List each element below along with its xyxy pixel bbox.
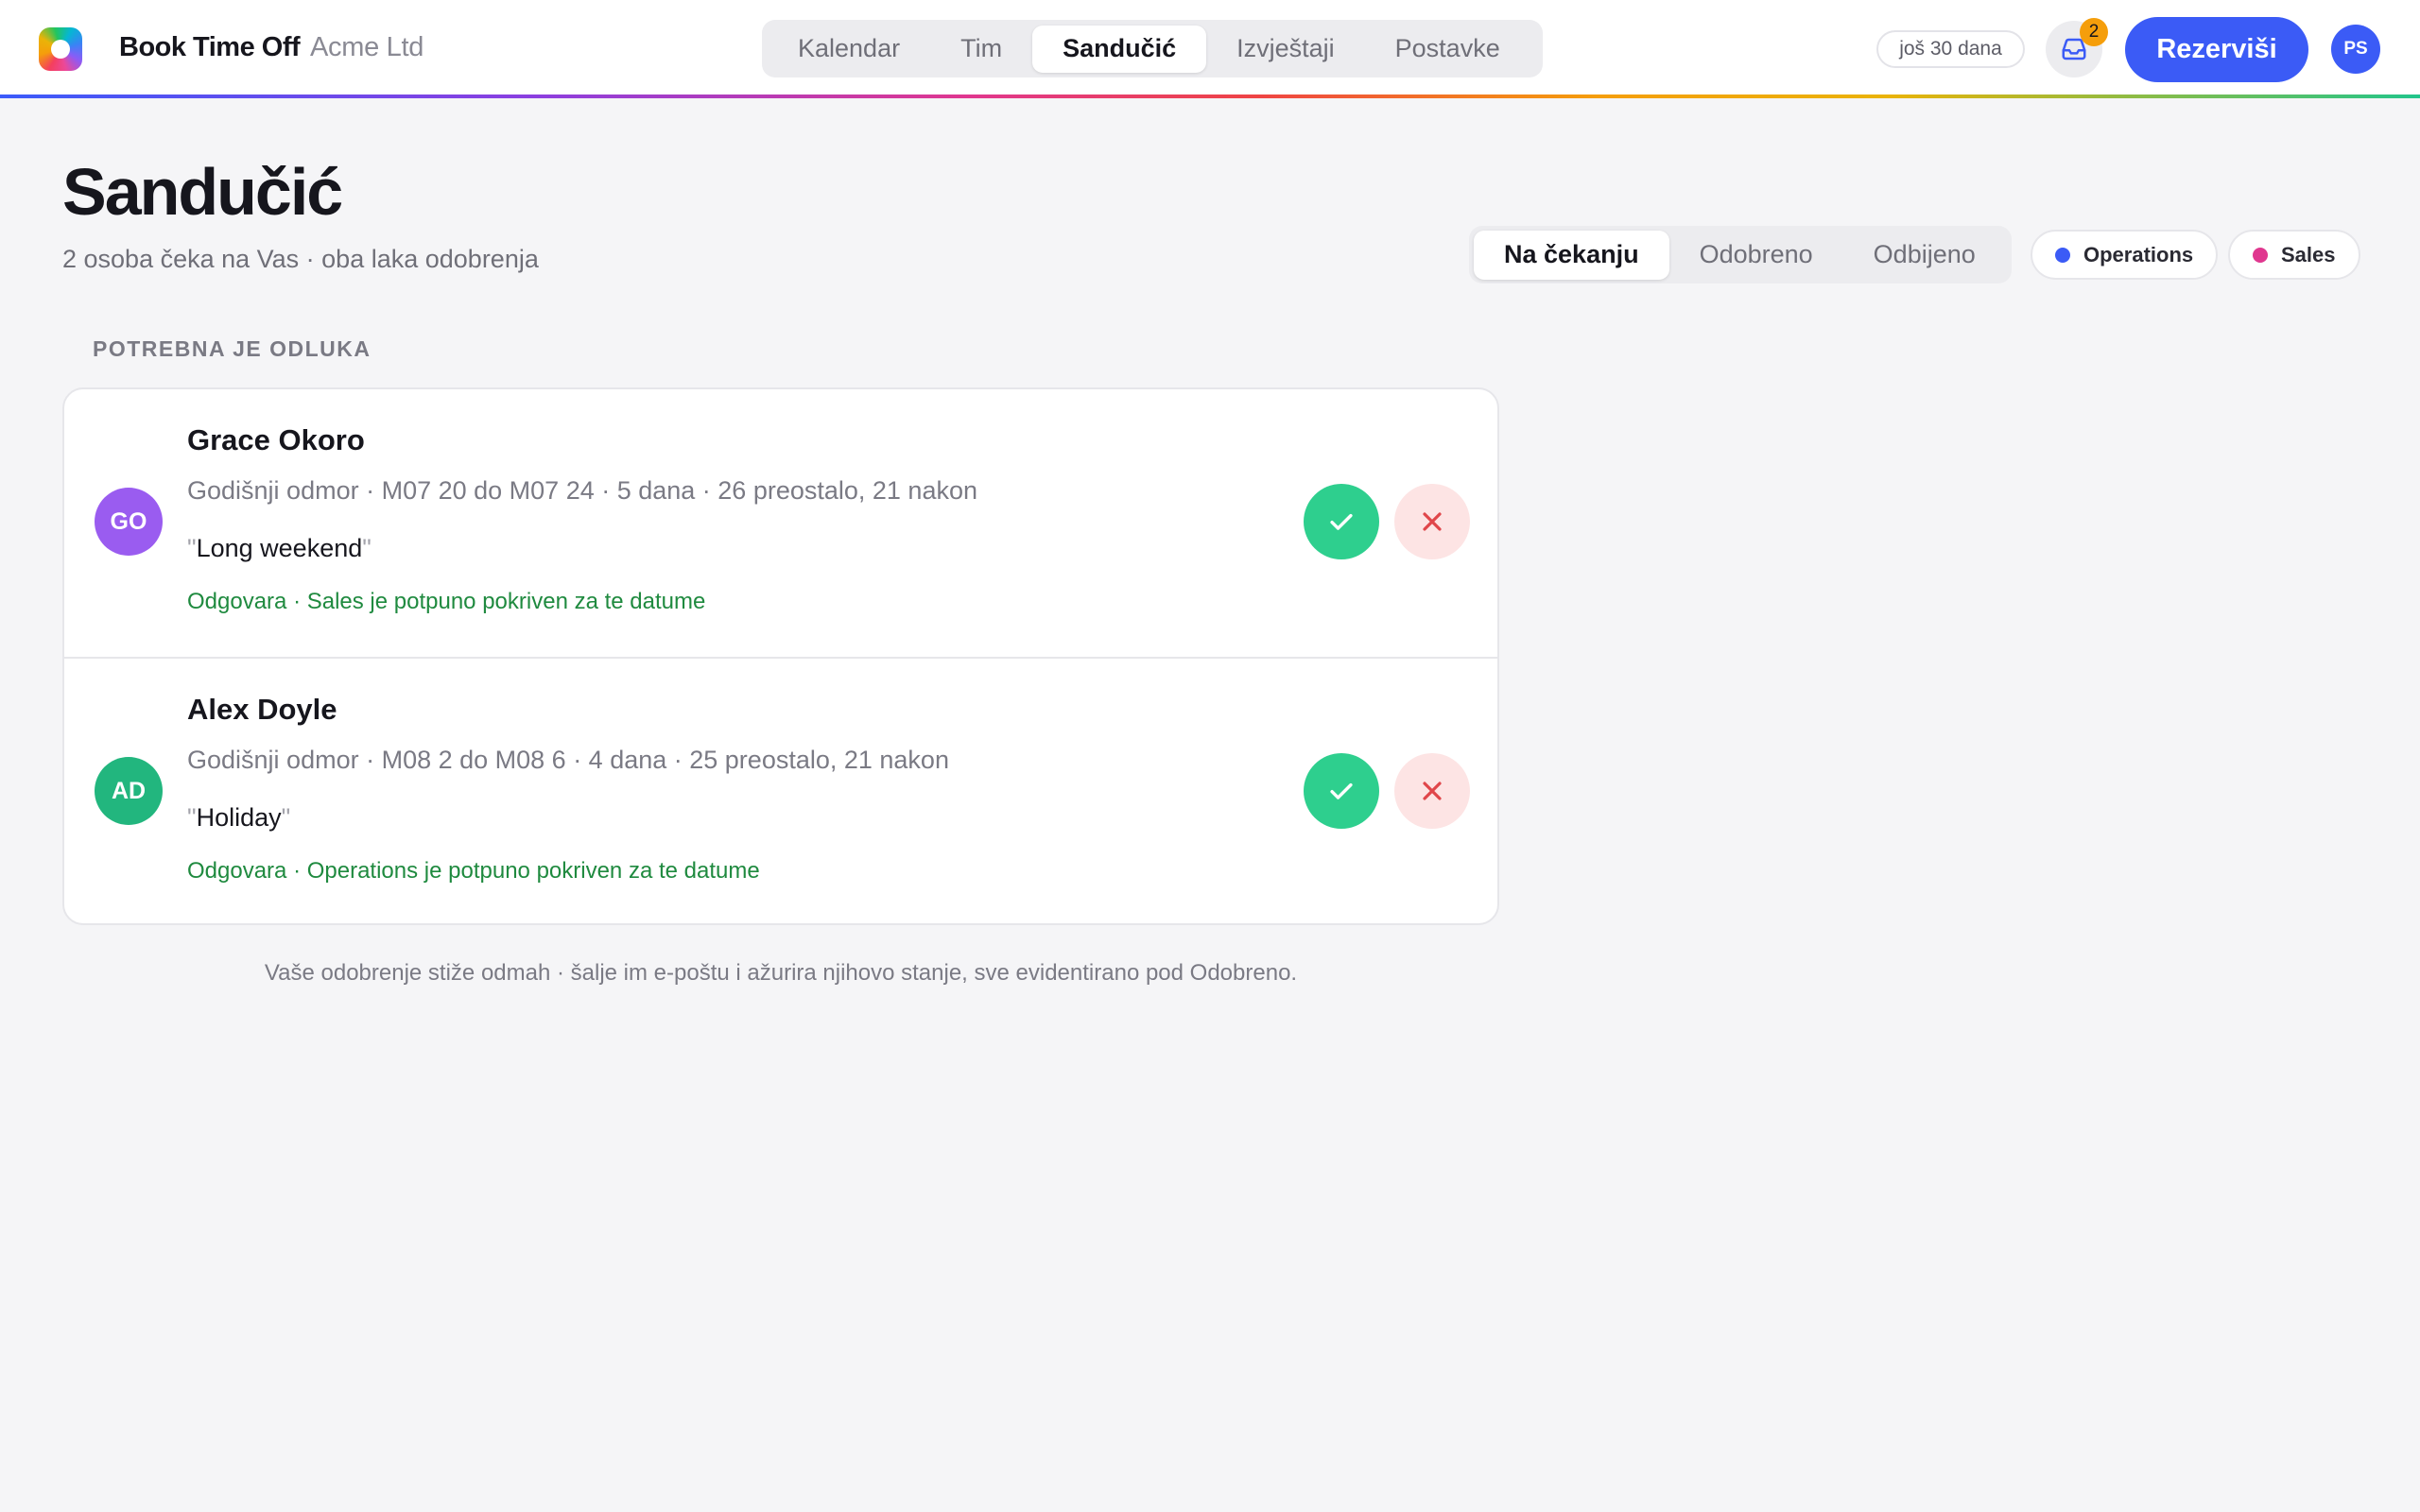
request-details: Godišnji odmor · M08 2 do M08 6 · 4 dana… [187, 746, 949, 774]
request-note-text: Holiday [196, 803, 282, 832]
trial-badge[interactable]: još 30 dana [1876, 30, 2025, 68]
reject-button[interactable] [1394, 484, 1470, 559]
coverage-status: Odgovara · Sales je potpuno pokriven za … [187, 589, 706, 614]
requests-list: GO Grace Okoro Godišnji odmor · M07 20 d… [62, 387, 1499, 925]
team-color-dot [2253, 247, 2268, 263]
team-chip-label: Sales [2281, 242, 2336, 266]
team-chip-label: Operations [2083, 242, 2194, 266]
user-avatar[interactable]: PS [2331, 25, 2380, 74]
requester-name: Alex Doyle [187, 693, 337, 726]
status-tab-approved[interactable]: Odobreno [1669, 231, 1843, 280]
header-accent-bar [0, 94, 2420, 98]
approve-button[interactable] [1304, 753, 1379, 829]
request-row: AD Alex Doyle Godišnji odmor · M08 2 do … [64, 657, 1497, 923]
requester-name: Grace Okoro [187, 423, 365, 456]
reject-button[interactable] [1394, 753, 1470, 829]
nav-tab-izvjestaji[interactable]: Izvještaji [1206, 26, 1365, 73]
request-note: "Holiday" [187, 803, 291, 832]
request-note-text: Long weekend [196, 534, 363, 562]
request-note: "Long weekend" [187, 534, 372, 562]
section-label: POTREBNA JE ODLUKA [93, 336, 372, 361]
brand-name[interactable]: Book Time Off [119, 32, 301, 63]
team-color-dot [2055, 247, 2070, 263]
request-details: Godišnji odmor · M07 20 do M07 24 · 5 da… [187, 476, 977, 505]
book-time-off-button[interactable]: Rezerviši [2125, 17, 2308, 82]
status-filter: Na čekanju Odobreno Odbijeno [1469, 226, 2012, 284]
inbox-count-badge: 2 [2080, 18, 2108, 46]
check-icon [1330, 782, 1353, 799]
nav-tab-sanducic[interactable]: Sandučić [1032, 25, 1207, 73]
app-logo-icon[interactable] [39, 27, 82, 71]
status-tab-rejected[interactable]: Odbijeno [1843, 231, 2006, 280]
close-icon [1423, 782, 1442, 800]
page-title: Sandučić [62, 155, 343, 229]
request-row: GO Grace Okoro Godišnji odmor · M07 20 d… [64, 389, 1497, 657]
approve-button[interactable] [1304, 484, 1379, 559]
page-subtitle: 2 osoba čeka na Vas · oba laka odobrenja [62, 245, 539, 273]
team-chip-operations[interactable]: Operations [2031, 230, 2219, 280]
check-icon [1330, 513, 1353, 530]
requester-avatar: GO [95, 488, 163, 556]
nav-tab-postavke[interactable]: Postavke [1365, 26, 1530, 73]
nav-tab-tim[interactable]: Tim [930, 26, 1032, 73]
footer-note: Vaše odobrenje stiže odmah · šalje im e-… [264, 960, 1298, 986]
top-bar: Book Time Off Acme Ltd Kalendar Tim Sand… [0, 0, 2420, 98]
requester-avatar: AD [95, 757, 163, 825]
nav-tab-kalendar[interactable]: Kalendar [768, 26, 930, 73]
organization-name: Acme Ltd [310, 32, 424, 62]
team-chip-sales[interactable]: Sales [2228, 230, 2360, 280]
coverage-status: Odgovara · Operations je potpuno pokrive… [187, 858, 760, 884]
close-icon [1423, 512, 1442, 531]
status-tab-pending[interactable]: Na čekanju [1474, 230, 1669, 280]
main-nav: Kalendar Tim Sandučić Izvještaji Postavk… [762, 20, 1543, 77]
